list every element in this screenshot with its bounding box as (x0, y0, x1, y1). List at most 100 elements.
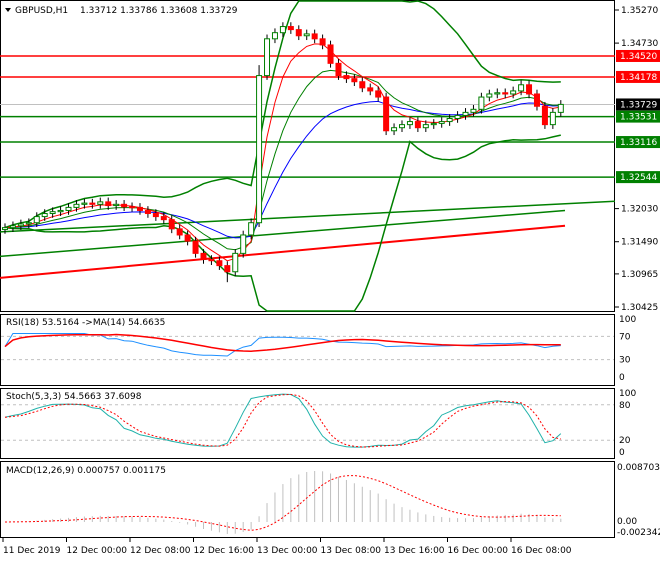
time-tick-label: 16 Dec 08:00 (511, 546, 572, 556)
candle-body (406, 121, 413, 126)
candle-body (383, 96, 390, 132)
candle-body (494, 92, 501, 95)
candle-body (446, 118, 453, 123)
candle-body (295, 29, 302, 37)
candle-body (502, 92, 509, 95)
candle-body (81, 202, 88, 205)
price-level-badge-text: 1.33116 (620, 138, 657, 148)
price-tick-label: 1.31490 (621, 238, 658, 248)
candle-body (9, 225, 16, 229)
candle-body (17, 223, 24, 227)
main-chart-frame (0, 0, 615, 312)
candle-body (470, 108, 477, 113)
price-level-badge-text: 1.34520 (620, 52, 657, 62)
price-tick-label: 1.35270 (621, 6, 658, 16)
candle-body (549, 111, 556, 126)
candle-body (232, 252, 239, 273)
candle-body (303, 33, 310, 37)
price-level-badge-text: 1.33531 (620, 113, 657, 123)
candle-body (73, 203, 80, 208)
candle-body (526, 84, 533, 95)
candle-body (375, 90, 382, 98)
ohlc-label: 1.33712 1.33786 1.33608 1.33729 (80, 6, 238, 16)
candle-body (216, 260, 223, 267)
stoch-tick-label: 100 (619, 389, 636, 399)
candle-body (264, 38, 271, 77)
candle-body (454, 114, 461, 120)
candle-body (160, 216, 167, 221)
candle-body (510, 90, 517, 95)
candle-body (121, 203, 128, 208)
candle-body (200, 252, 207, 260)
candle-body (279, 26, 286, 34)
stoch-tick-label: 0 (619, 448, 625, 458)
candle-body (486, 93, 493, 98)
rsi-tick-label: 70 (619, 332, 631, 342)
candle-body (152, 213, 159, 218)
candle-body (399, 124, 405, 129)
candle-body (89, 202, 96, 205)
stoch-label: Stoch(5,3,3) 54.5663 37.6098 (6, 392, 142, 402)
candle-body (343, 75, 350, 80)
candle-body (311, 33, 318, 40)
candle-body (97, 201, 104, 205)
price-tick-label: 1.30965 (621, 270, 658, 280)
candle-body (168, 219, 175, 230)
candle-body (25, 222, 32, 225)
macd-tick-label: 0.00 (617, 517, 637, 527)
candle-body (430, 122, 437, 126)
candle-body (541, 105, 548, 126)
candle-body (65, 206, 72, 211)
candle-body (256, 75, 263, 224)
time-tick-label: 12 Dec 16:00 (194, 546, 255, 556)
trading-chart-window: 1.35270 1.34730 1.32030 1.31490 1.30965 1.304… (0, 0, 660, 560)
macd-label: MACD(12,26,9) 0.000757 0.001175 (6, 466, 166, 476)
candle-body (176, 228, 183, 236)
candle-body (184, 234, 191, 242)
candle-body (422, 124, 429, 129)
time-tick-label: 16 Dec 00:00 (448, 546, 509, 556)
time-tick-label: 13 Dec 16:00 (384, 546, 445, 556)
candle-body (136, 206, 143, 211)
price-tick-label: 1.32030 (621, 205, 658, 215)
candle-body (287, 26, 294, 31)
macd-tick-label: -0.002342 (617, 528, 660, 538)
candle-body (438, 121, 445, 124)
candle-body (2, 227, 8, 230)
candle-body (144, 209, 151, 215)
candle-body (478, 96, 485, 110)
rsi-tick-label: 0 (619, 373, 625, 383)
candle-body (105, 201, 112, 207)
candle-body (359, 81, 366, 89)
candle-body (49, 211, 56, 215)
candle-body (462, 111, 469, 116)
candle-body (533, 93, 540, 107)
price-level-badge-text: 1.32544 (620, 173, 657, 183)
time-tick-label: 13 Dec 08:00 (321, 546, 382, 556)
candle-body (367, 87, 374, 92)
time-tick-label: 13 Dec 00:00 (257, 546, 318, 556)
candle-body (33, 216, 40, 224)
candle-body (41, 213, 48, 218)
candle-body (224, 265, 231, 273)
rsi-tick-label: 100 (619, 315, 636, 325)
candle-body (518, 84, 525, 92)
candle-body (113, 203, 120, 207)
chart-canvas[interactable]: 1.35270 1.34730 1.32030 1.31490 1.30965 1.304… (0, 0, 660, 560)
candle-body (414, 121, 421, 129)
stoch-tick-label: 80 (619, 401, 631, 411)
candle-body (327, 44, 334, 64)
candle-body (248, 222, 255, 236)
candle-body (351, 78, 358, 83)
candle-body (192, 240, 199, 254)
rsi-tick-label: 30 (619, 356, 631, 366)
candle-body (208, 258, 215, 262)
rsi-label: RSI(18) 53.5164 ->MA(14) 54.6635 (6, 318, 165, 328)
price-tick-label: 1.34730 (621, 39, 658, 49)
candle-body (391, 127, 398, 132)
candle-body (319, 38, 326, 46)
candle-body (240, 234, 247, 254)
time-tick-label: 12 Dec 00:00 (67, 546, 128, 556)
candle-body (557, 103, 564, 113)
candle-body (129, 206, 136, 209)
